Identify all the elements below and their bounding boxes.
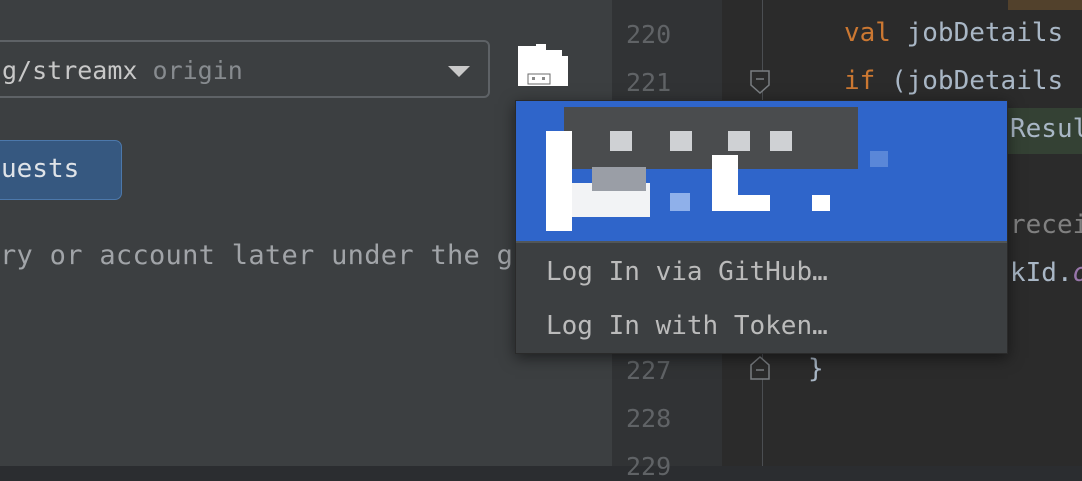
redacted-block (610, 131, 632, 151)
redacted-block (670, 193, 690, 211)
redacted-block (870, 151, 888, 167)
repository-combobox-value: g/streamx origin (2, 56, 243, 85)
menu-item-label: Log In via GitHub… (546, 257, 828, 287)
redacted-block (670, 131, 692, 151)
line-number: 227 (626, 356, 672, 385)
line-number: 221 (626, 68, 672, 97)
line-number: 220 (626, 20, 672, 49)
pull-requests-button[interactable]: uests (0, 140, 122, 200)
fold-close-icon[interactable] (750, 355, 770, 380)
redacted-block (712, 155, 738, 211)
fold-open-icon[interactable] (750, 70, 770, 95)
repository-combobox[interactable]: g/streamx origin (0, 40, 490, 98)
code-line: val jobDetails (844, 18, 1064, 48)
code-line: recei (1010, 210, 1082, 240)
redacted-block (770, 131, 792, 151)
account-avatar-icon[interactable] (516, 44, 568, 92)
code-line: Resul (1010, 114, 1082, 144)
menu-separator (516, 241, 1007, 243)
pull-requests-button-label: uests (1, 154, 80, 184)
menu-item-login-token[interactable]: Log In with Token… (516, 299, 1007, 353)
menu-item-label: Log In with Token… (546, 311, 828, 341)
menu-item-login-github[interactable]: Log In via GitHub… (516, 245, 1007, 299)
highlight-strip (1008, 0, 1082, 10)
redacted-block (812, 195, 830, 211)
code-line: if (jobDetails (844, 66, 1064, 96)
account-popup-menu: Log In via GitHub… Log In with Token… (515, 100, 1008, 354)
code-line: kId.or (1010, 258, 1082, 288)
chevron-down-icon[interactable] (448, 66, 470, 77)
redacted-block (592, 167, 646, 191)
line-number: 228 (626, 404, 672, 433)
account-list-item-selected[interactable] (516, 101, 1007, 241)
redacted-block (546, 131, 572, 231)
redacted-block (564, 107, 858, 169)
redacted-block (738, 195, 770, 211)
redacted-block (728, 131, 750, 151)
line-number: 229 (626, 452, 672, 481)
code-line: } (808, 354, 824, 384)
